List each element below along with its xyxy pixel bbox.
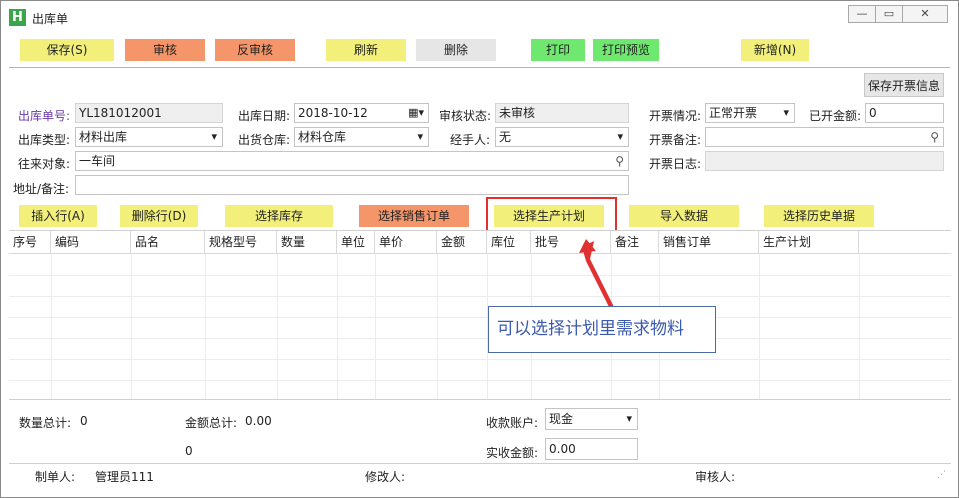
- row-line: [9, 317, 951, 318]
- status-bar: 制单人: 管理员111 修改人: 审核人: ⋰: [9, 463, 951, 485]
- invoice-date-label: 开票日志:: [649, 157, 702, 171]
- col-line: [375, 254, 376, 399]
- invoice-status-select[interactable]: 正常开票: [705, 103, 795, 123]
- amount-total-value: 0.00: [245, 414, 272, 428]
- search-icon[interactable]: ⚲: [930, 128, 939, 146]
- row-line: [9, 275, 951, 276]
- items-table[interactable]: 序号 编码 品名 规格型号 数量 单位 单价 金额 库位 批号 备注 销售订单 …: [9, 230, 951, 400]
- column-header[interactable]: 品名: [131, 231, 205, 254]
- out-date-value: 2018-10-12: [298, 106, 368, 120]
- modifier-label: 修改人:: [365, 470, 406, 484]
- invoice-date-field: [705, 151, 944, 171]
- col-line: [337, 254, 338, 399]
- column-header[interactable]: 金额: [437, 231, 487, 254]
- print-preview-button[interactable]: 打印预览: [593, 39, 659, 61]
- handler-label: 经手人:: [450, 133, 491, 147]
- audit-status-field: 未审核: [495, 103, 629, 123]
- search-icon[interactable]: ⚲: [615, 152, 624, 170]
- handler-select[interactable]: 无: [495, 127, 629, 147]
- warehouse-select[interactable]: 材料仓库: [294, 127, 429, 147]
- resize-grip-icon[interactable]: ⋰: [937, 470, 946, 480]
- annotation-callout: 可以选择计划里需求物料: [488, 306, 716, 353]
- unaudit-button[interactable]: 反审核: [215, 39, 295, 61]
- save-invoice-button[interactable]: 保存开票信息: [864, 73, 944, 97]
- col-line: [277, 254, 278, 399]
- auditor-label: 审核人:: [695, 470, 736, 484]
- column-header[interactable]: 库位: [487, 231, 531, 254]
- received-label: 实收金额:: [486, 446, 539, 460]
- column-header[interactable]: 数量: [277, 231, 337, 254]
- invoiced-amount-label: 已开金额:: [809, 109, 862, 123]
- out-type-select[interactable]: 材料出库: [75, 127, 223, 147]
- select-history-button[interactable]: 选择历史单据: [764, 205, 874, 227]
- col-line: [759, 254, 760, 399]
- account-select[interactable]: 现金: [545, 408, 638, 430]
- column-header[interactable]: 序号: [9, 231, 51, 254]
- new-button[interactable]: 新增(N): [741, 39, 809, 61]
- out-date-label: 出库日期:: [238, 109, 291, 123]
- partner-label: 往来对象:: [18, 157, 71, 171]
- maker-value: 管理员111: [95, 470, 154, 484]
- invoice-note-field[interactable]: ⚲: [705, 127, 944, 147]
- column-header[interactable]: 销售订单: [659, 231, 759, 254]
- maximize-button[interactable]: ▭: [875, 5, 903, 23]
- invoice-note-label: 开票备注:: [649, 133, 702, 147]
- row-line: [9, 359, 951, 360]
- invoice-status-label: 开票情况:: [649, 109, 702, 123]
- row-line: [9, 380, 951, 381]
- order-no-label: 出库单号:: [18, 109, 71, 123]
- amount-total-label: 金额总计:: [185, 416, 238, 430]
- qty-total-label: 数量总计:: [19, 416, 72, 430]
- col-line: [205, 254, 206, 399]
- table-header: 序号 编码 品名 规格型号 数量 单位 单价 金额 库位 批号 备注 销售订单 …: [9, 231, 951, 254]
- import-data-button[interactable]: 导入数据: [629, 205, 739, 227]
- warehouse-label: 出货仓库:: [238, 133, 291, 147]
- save-button[interactable]: 保存(S): [20, 39, 114, 61]
- select-sales-order-button[interactable]: 选择销售订单: [359, 205, 469, 227]
- col-line: [51, 254, 52, 399]
- minimize-button[interactable]: —: [848, 5, 876, 23]
- col-line: [437, 254, 438, 399]
- col-line: [131, 254, 132, 399]
- calendar-icon[interactable]: ▦▾: [408, 104, 424, 122]
- sub-total-value: 0: [185, 444, 193, 458]
- qty-total-value: 0: [80, 414, 88, 428]
- column-header[interactable]: 生产计划: [759, 231, 859, 254]
- audit-button[interactable]: 审核: [125, 39, 205, 61]
- column-header[interactable]: 单价: [375, 231, 437, 254]
- out-type-label: 出库类型:: [18, 133, 71, 147]
- app-icon: H: [9, 9, 26, 26]
- print-button[interactable]: 打印: [531, 39, 585, 61]
- refresh-button[interactable]: 刷新: [326, 39, 406, 61]
- row-line: [9, 338, 951, 339]
- invoiced-amount-field[interactable]: 0: [865, 103, 944, 123]
- insert-row-button[interactable]: 插入行(A): [19, 205, 97, 227]
- partner-field[interactable]: 一车间 ⚲: [75, 151, 629, 171]
- out-date-picker[interactable]: 2018-10-12 ▦▾: [294, 103, 429, 123]
- col-line: [859, 254, 860, 399]
- partner-value: 一车间: [79, 154, 116, 168]
- account-label: 收款账户:: [486, 416, 539, 430]
- column-header[interactable]: 单位: [337, 231, 375, 254]
- title-bar: H 出库单 — ▭ ✕: [1, 1, 958, 31]
- audit-status-label: 审核状态:: [439, 109, 492, 123]
- select-stock-button[interactable]: 选择库存: [225, 205, 333, 227]
- address-label: 地址/备注:: [13, 182, 70, 196]
- close-button[interactable]: ✕: [902, 5, 948, 23]
- maker-label: 制单人:: [35, 470, 76, 484]
- annotation-arrow: [579, 239, 614, 309]
- toolbar: 保存(S) 审核 反审核 刷新 删除 打印 打印预览 新增(N): [9, 33, 950, 68]
- row-line: [9, 296, 951, 297]
- delete-row-button[interactable]: 删除行(D): [120, 205, 198, 227]
- received-field[interactable]: 0.00: [545, 438, 638, 460]
- outbound-order-window: H 出库单 — ▭ ✕ 保存(S) 审核 反审核 刷新 删除 打印 打印预览 新…: [0, 0, 959, 498]
- column-header[interactable]: 规格型号: [205, 231, 277, 254]
- delete-button[interactable]: 删除: [416, 39, 496, 61]
- order-no-field: YL181012001: [75, 103, 223, 123]
- window-title: 出库单: [32, 12, 69, 26]
- address-field[interactable]: [75, 175, 629, 195]
- column-header[interactable]: 编码: [51, 231, 131, 254]
